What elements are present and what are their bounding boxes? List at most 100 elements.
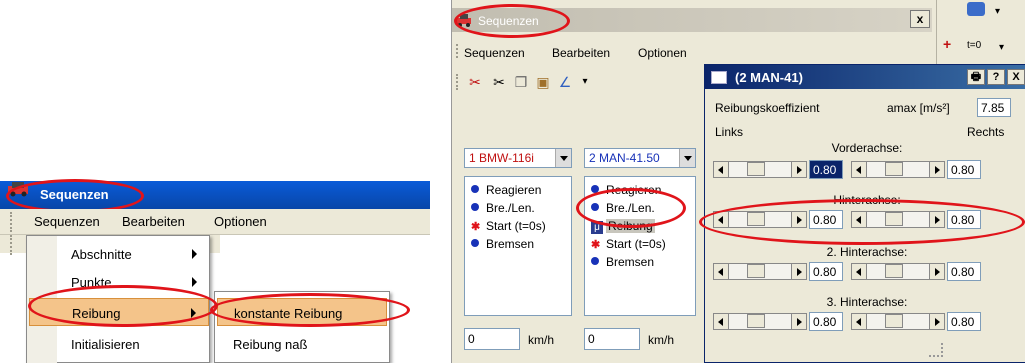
list-item-label: Reagieren [486, 183, 542, 197]
arrow-right-icon[interactable] [791, 161, 807, 178]
start-icon: ✱ [591, 239, 601, 251]
vehicle2-speed-input[interactable]: 0 [584, 328, 640, 350]
list-item[interactable]: Bre./Len. [471, 201, 535, 219]
left-friction-slider[interactable] [713, 161, 807, 178]
side-toolbar: ▾ + t=0 ▾ [936, 0, 1025, 64]
vehicle2-speed-unit: km/h [648, 333, 675, 347]
chevron-down-icon[interactable] [555, 149, 571, 167]
grip-handle[interactable] [456, 74, 459, 90]
menu-item-initialisieren[interactable]: Initialisieren [29, 330, 209, 358]
dot-icon [471, 203, 479, 211]
vehicle2-select[interactable]: 2 MAN-41.50 [584, 148, 696, 168]
help-button[interactable]: ? [987, 69, 1005, 85]
chevron-down-icon[interactable]: ▾ [995, 6, 1000, 17]
menu-bearbeiten[interactable]: Bearbeiten [122, 214, 185, 229]
right-friction-field[interactable]: 0.80 [947, 312, 981, 331]
left-friction-slider[interactable] [713, 263, 807, 280]
axle-label: 2. Hinterachse: [826, 245, 908, 259]
arrow-left-icon[interactable] [713, 263, 729, 280]
left-friction-field[interactable]: 0.80 [809, 160, 843, 179]
left-friction-field[interactable]: 0.80 [809, 312, 843, 331]
resize-grip-icon[interactable] [929, 343, 943, 357]
chevron-down-icon[interactable] [679, 149, 695, 167]
print-button[interactable]: 🖶 [967, 69, 985, 85]
arrow-right-icon[interactable] [791, 313, 807, 330]
list-item[interactable]: Bremsen [591, 255, 654, 273]
close-button[interactable]: X [1007, 69, 1025, 85]
arrow-right-icon[interactable] [929, 313, 945, 330]
slider-thumb[interactable] [747, 314, 765, 328]
submenu-arrow-icon [192, 277, 197, 287]
chevron-down-icon[interactable]: ▾ [999, 42, 1004, 53]
right-friction-slider[interactable] [851, 263, 945, 280]
list-item[interactable]: Bremsen [471, 237, 534, 255]
chevron-down-icon[interactable]: ▾ [576, 73, 594, 91]
menu-bar: Sequenzen Bearbeiten Optionen [452, 42, 932, 64]
slider-thumb[interactable] [885, 314, 903, 328]
start-icon: ✱ [471, 221, 481, 233]
cut-icon[interactable]: ✂ [490, 73, 508, 91]
menu-item-abschnitte[interactable]: Abschnitte [29, 240, 209, 268]
list-item-label: Start (t=0s) [606, 237, 666, 251]
list-item[interactable]: ✱ Start (t=0s) [471, 219, 546, 237]
help-icon[interactable] [967, 2, 985, 16]
list-item-label: Start (t=0s) [486, 219, 546, 233]
arrow-left-icon[interactable] [713, 161, 729, 178]
arrow-right-icon[interactable] [929, 161, 945, 178]
list-item-label: Bremsen [606, 255, 655, 269]
menu-item-label: Initialisieren [71, 337, 140, 352]
arrow-left-icon[interactable] [851, 161, 867, 178]
menu-item-reibung-nass[interactable]: Reibung naß [217, 330, 387, 358]
vehicle1-speed-input[interactable]: 0 [464, 328, 520, 350]
amax-field[interactable]: 7.85 [977, 98, 1011, 117]
vehicle1-select[interactable]: 1 BMW-116i [464, 148, 572, 168]
paste-icon[interactable]: ▣ [534, 73, 552, 91]
annotation-oval-reibung [28, 285, 218, 327]
menu-item-label: Abschnitte [71, 247, 132, 262]
coefficient-label: Reibungskoeffizient [715, 101, 820, 115]
menu-sequenzen[interactable]: Sequenzen [464, 46, 525, 60]
right-screenshot: Sequenzen x ▾ + t=0 ▾ Sequenzen Bearbeit… [451, 0, 1025, 363]
grip-handle[interactable] [456, 44, 459, 58]
delete-icon[interactable]: ✂ [466, 73, 484, 91]
menu-optionen[interactable]: Optionen [638, 46, 687, 60]
copy-icon[interactable]: ❐ [512, 73, 530, 91]
left-friction-field[interactable]: 0.80 [809, 262, 843, 281]
slider-thumb[interactable] [885, 264, 903, 278]
arrow-right-icon[interactable] [791, 263, 807, 280]
left-friction-slider[interactable] [713, 313, 807, 330]
list-item-label: Bremsen [486, 237, 535, 251]
annotation-oval-hinterachse [699, 199, 1025, 245]
list-item[interactable]: ✱ Start (t=0s) [591, 237, 666, 255]
vehicle1-sequence-list[interactable]: Reagieren Bre./Len. ✱ Start (t=0s) Bremse… [464, 176, 572, 316]
right-friction-field[interactable]: 0.80 [947, 160, 981, 179]
arrow-left-icon[interactable] [851, 263, 867, 280]
arrow-left-icon[interactable] [713, 313, 729, 330]
right-friction-slider[interactable] [851, 313, 945, 330]
right-friction-slider[interactable] [851, 161, 945, 178]
close-button[interactable]: x [910, 10, 930, 28]
timer-icon[interactable]: + [943, 36, 961, 54]
arrow-left-icon[interactable] [851, 313, 867, 330]
menu-sequenzen[interactable]: Sequenzen [34, 214, 100, 229]
menu-optionen[interactable]: Optionen [214, 214, 267, 229]
slider-thumb[interactable] [747, 264, 765, 278]
grip-handle[interactable] [10, 235, 13, 255]
grip-handle[interactable] [10, 212, 13, 232]
axle-label: Vorderachse: [831, 141, 903, 155]
dot-icon [471, 239, 479, 247]
left-screenshot: Sequenzen Sequenzen Bearbeiten Optionen … [0, 173, 430, 363]
rechts-label: Rechts [967, 125, 1005, 139]
slider-thumb[interactable] [747, 162, 765, 176]
toolbar: ✂ ✂ ❐ ▣ ∠ ▾ [452, 70, 702, 94]
window-icon [711, 71, 727, 84]
slider-thumb[interactable] [885, 162, 903, 176]
menu-bearbeiten[interactable]: Bearbeiten [552, 46, 610, 60]
axle-label: 3. Hinterachse: [826, 295, 908, 309]
list-item[interactable]: Reagieren [471, 183, 541, 201]
chart-icon[interactable]: ∠ [556, 73, 574, 91]
arrow-right-icon[interactable] [929, 263, 945, 280]
list-item-label: Bre./Len. [486, 201, 535, 215]
right-friction-field[interactable]: 0.80 [947, 262, 981, 281]
menu-bar: Sequenzen Bearbeiten Optionen [0, 209, 430, 235]
